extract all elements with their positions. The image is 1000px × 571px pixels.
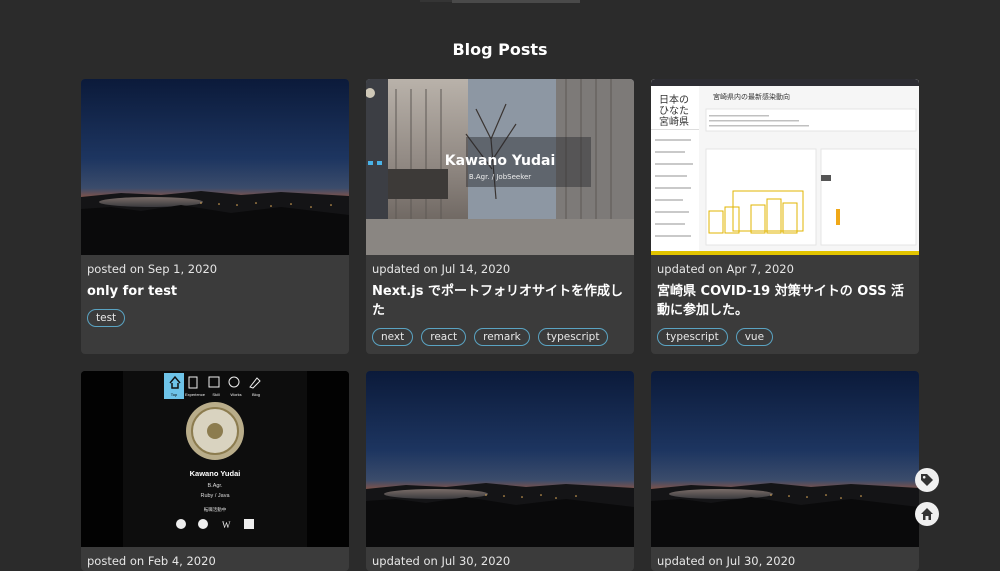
post-card[interactable]: posted on Sep 1, 2020 only for test test (81, 79, 349, 354)
post-thumbnail (81, 79, 349, 255)
nav-item-blog[interactable]: Blog (247, 392, 265, 397)
tag-chip[interactable]: typescript (657, 328, 728, 346)
home-icon (921, 508, 933, 520)
post-card[interactable]: Kawano Yudai B.Agr. / JobSeeker updated … (366, 79, 634, 354)
tag-chip[interactable]: react (421, 328, 467, 346)
tag-chip[interactable]: typescript (537, 328, 609, 346)
tag-icon (921, 474, 933, 486)
svg-text:W: W (222, 520, 231, 530)
post-thumbnail: Kawano Yudai B.Agr. / JobSeeker (366, 79, 634, 255)
post-date: posted on Feb 4, 2020 (87, 554, 216, 568)
post-thumbnail: Top Experience Skill Works Blog Kawano Y… (81, 371, 349, 547)
nav-item-works[interactable]: Works (227, 392, 245, 397)
post-date: updated on Apr 7, 2020 (657, 262, 794, 276)
overlay-name: Kawano Yudai (444, 153, 556, 169)
tag-chip[interactable]: vue (735, 328, 774, 346)
tags-button[interactable] (915, 468, 939, 492)
post-card[interactable]: Top Experience Skill Works Blog Kawano Y… (81, 371, 349, 571)
post-card[interactable]: updated on Jul 30, 2020 (651, 371, 919, 571)
post-date: updated on Jul 14, 2020 (372, 262, 511, 276)
post-thumbnail (366, 371, 634, 547)
home-button[interactable] (915, 502, 939, 526)
post-card[interactable]: 日本のひなた宮崎県 宮崎県内の最新感染動向 updated on Apr 7, … (651, 79, 919, 354)
post-title[interactable]: Next.js でポートフォリオサイトを作成した (372, 282, 628, 320)
site-logo: 日本のひなた宮崎県 (659, 95, 689, 128)
post-tags: next react remark typescript (372, 328, 628, 346)
post-thumbnail (651, 371, 919, 547)
profile-name: Kawano Yudai (189, 469, 241, 478)
post-date: updated on Jul 30, 2020 (657, 554, 796, 568)
overlay-subtitle: B.Agr. / JobSeeker (468, 173, 532, 181)
post-card[interactable]: updated on Jul 30, 2020 (366, 371, 634, 571)
nav-item-experience[interactable]: Experience (183, 392, 207, 397)
tag-chip[interactable]: remark (474, 328, 530, 346)
top-tab-edge (420, 0, 452, 2)
post-tags: test (87, 309, 343, 327)
profile-social-icons: W (176, 519, 254, 530)
profile-status: 転職活動中 (203, 507, 227, 512)
tag-chip[interactable]: next (372, 328, 414, 346)
post-thumbnail: 日本のひなた宮崎県 宮崎県内の最新感染動向 (651, 79, 919, 255)
post-date: updated on Jul 30, 2020 (372, 554, 511, 568)
tag-chip[interactable]: test (87, 309, 126, 327)
page-title: Blog Posts (452, 40, 548, 59)
profile-langs: Ruby / Java (200, 493, 230, 499)
post-title[interactable]: only for test (87, 282, 343, 301)
nav-item-top[interactable]: Top (165, 392, 183, 397)
post-date: posted on Sep 1, 2020 (87, 262, 218, 276)
top-tab-indicator (452, 0, 580, 3)
post-title[interactable]: 宮崎県 COVID-19 対策サイトの OSS 活動に参加した。 (657, 282, 913, 320)
post-tags: typescript vue (657, 328, 913, 346)
nav-item-skill[interactable]: Skill (207, 392, 225, 397)
profile-degree: B.Agr. (207, 483, 223, 489)
site-heading: 宮崎県内の最新感染動向 (713, 93, 790, 101)
